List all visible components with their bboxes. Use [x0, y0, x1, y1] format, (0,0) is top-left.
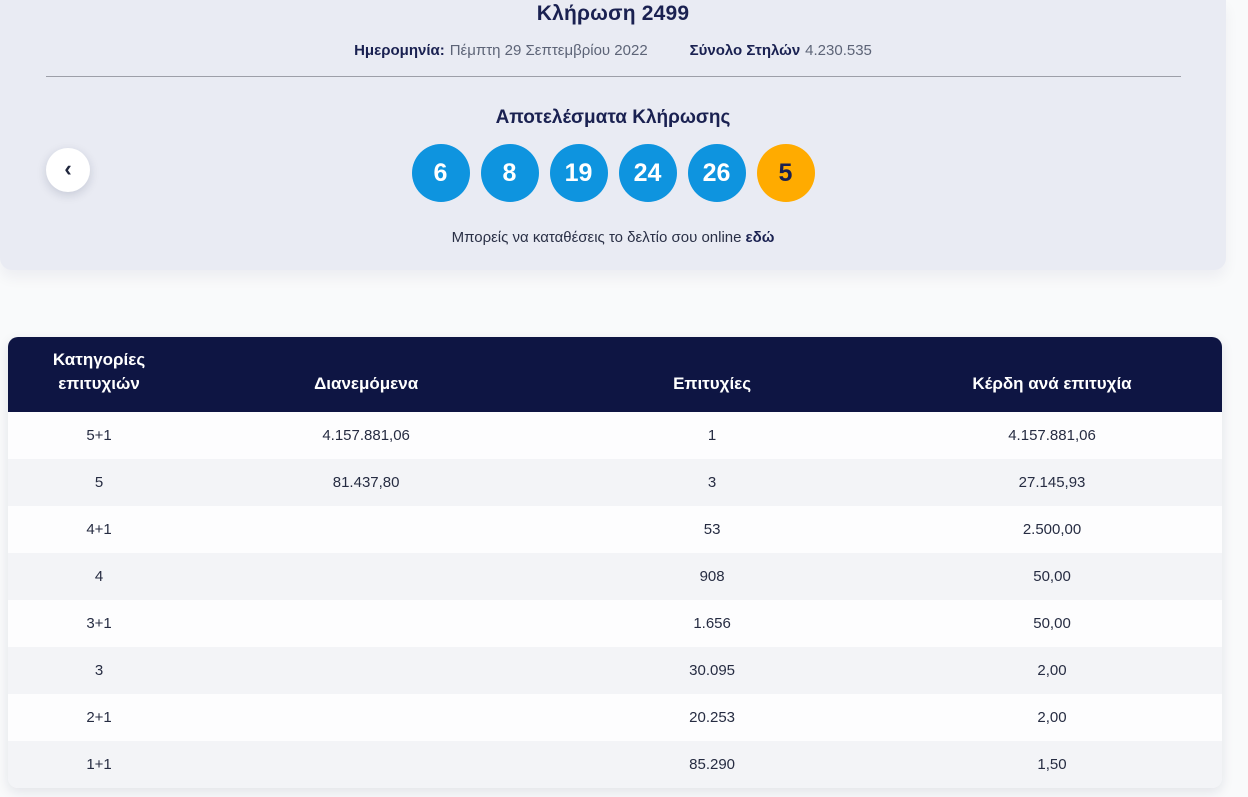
total-columns-label: Σύνολο Στηλών [689, 42, 801, 59]
total-columns-value: 4.230.535 [805, 42, 872, 59]
cell-winners: 908 [699, 568, 725, 585]
results-title: Αποτελέσματα Κλήρωσης [495, 107, 731, 128]
drawn-number-ball: 6 [411, 144, 470, 202]
header-winners: Επιτυχίες [542, 337, 883, 412]
draw-date-label: Ημερομηνία: [354, 42, 445, 59]
cell-category: 4 [94, 568, 104, 585]
draw-date: Ημερομηνία: Πέμπτη 29 Σεπτεμβρίου 2022 [354, 42, 648, 59]
submit-slip-link[interactable]: εδώ [745, 229, 774, 246]
cell-prize: 27.145,93 [1018, 474, 1086, 491]
total-columns: Σύνολο Στηλών 4.230.535 [690, 42, 872, 59]
cell-winners: 85.290 [689, 756, 736, 773]
table-row: 4 908 50,00 [8, 553, 1222, 600]
cell-winners: 1.656 [693, 615, 731, 632]
table-row: 3 30.095 2,00 [8, 647, 1222, 694]
draw-hero-panel: Κλήρωση 2499 Ημερομηνία: Πέμπτη 29 Σεπτεμ… [0, 0, 1226, 270]
joker-number-ball: 5 [756, 144, 815, 202]
cell-prize: 4.157.881,06 [1008, 427, 1096, 444]
chevron-left-icon: ‹ [64, 155, 72, 181]
cell-category: 3+1 [86, 615, 112, 632]
drawn-number-ball: 26 [687, 144, 746, 202]
cell-prize: 2.500,00 [1022, 521, 1082, 538]
previous-draw-button[interactable]: ‹ [46, 148, 90, 192]
draw-title: Κλήρωση 2499 [536, 2, 690, 25]
cell-distributed [190, 741, 542, 788]
table-row: 5+1 4.157.881,06 1 4.157.881,06 [8, 412, 1222, 459]
header-prize: Κέρδη ανά επιτυχία [882, 337, 1222, 412]
table-row: 3+1 1.656 50,00 [8, 600, 1222, 647]
draw-meta-row: Ημερομηνία: Πέμπτη 29 Σεπτεμβρίου 2022 Σύ… [0, 42, 1226, 59]
prize-table: Κατηγορίες επιτυχιών Διανεμόμενα Επιτυχί… [8, 337, 1222, 788]
prize-table-header: Κατηγορίες επιτυχιών Διανεμόμενα Επιτυχί… [8, 337, 1222, 412]
cell-prize: 2,00 [1037, 709, 1067, 726]
cell-winners: 53 [703, 521, 721, 538]
cell-prize: 50,00 [1033, 568, 1071, 585]
drawn-number-ball: 24 [618, 144, 677, 202]
drawn-number-ball: 8 [480, 144, 539, 202]
cell-distributed [190, 506, 542, 553]
drawn-numbers-row: 6 8 19 24 26 5 [0, 144, 1226, 202]
hero-divider [45, 76, 1181, 77]
cell-distributed [190, 553, 542, 600]
cell-distributed [190, 600, 542, 647]
cell-prize: 1,50 [1037, 756, 1067, 773]
cell-distributed: 81.437,80 [332, 474, 400, 491]
table-row: 5 81.437,80 3 27.145,93 [8, 459, 1222, 506]
drawn-number-ball: 19 [549, 144, 608, 202]
cell-winners: 1 [707, 427, 717, 444]
header-distributed: Διανεμόμενα [190, 337, 543, 412]
header-category: Κατηγορίες επιτυχιών [8, 337, 191, 412]
draw-date-value: Πέμπτη 29 Σεπτεμβρίου 2022 [449, 42, 648, 59]
cell-category: 2+1 [86, 709, 112, 726]
cell-category: 1+1 [86, 756, 112, 773]
cell-winners: 20.253 [689, 709, 736, 726]
cell-winners: 3 [707, 474, 717, 491]
cell-distributed: 4.157.881,06 [322, 427, 410, 444]
cell-prize: 50,00 [1033, 615, 1071, 632]
table-row: 4+1 53 2.500,00 [8, 506, 1222, 553]
table-row: 2+1 20.253 2,00 [8, 694, 1222, 741]
submit-slip-cta-text: Μπορείς να καταθέσεις το δελτίο σου onli… [451, 229, 742, 246]
cell-category: 3 [94, 662, 104, 679]
cell-winners: 30.095 [689, 662, 736, 679]
cell-category: 4+1 [86, 521, 112, 538]
cell-prize: 2,00 [1037, 662, 1067, 679]
cell-distributed [190, 694, 542, 741]
submit-slip-cta: Μπορείς να καταθέσεις το δελτίο σου onli… [0, 229, 1226, 246]
table-row: 1+1 85.290 1,50 [8, 741, 1222, 788]
cell-category: 5+1 [86, 427, 112, 444]
cell-distributed [190, 647, 542, 694]
draw-results-page: Κλήρωση 2499 Ημερομηνία: Πέμπτη 29 Σεπτεμ… [0, 0, 1248, 797]
cell-category: 5 [94, 474, 104, 491]
